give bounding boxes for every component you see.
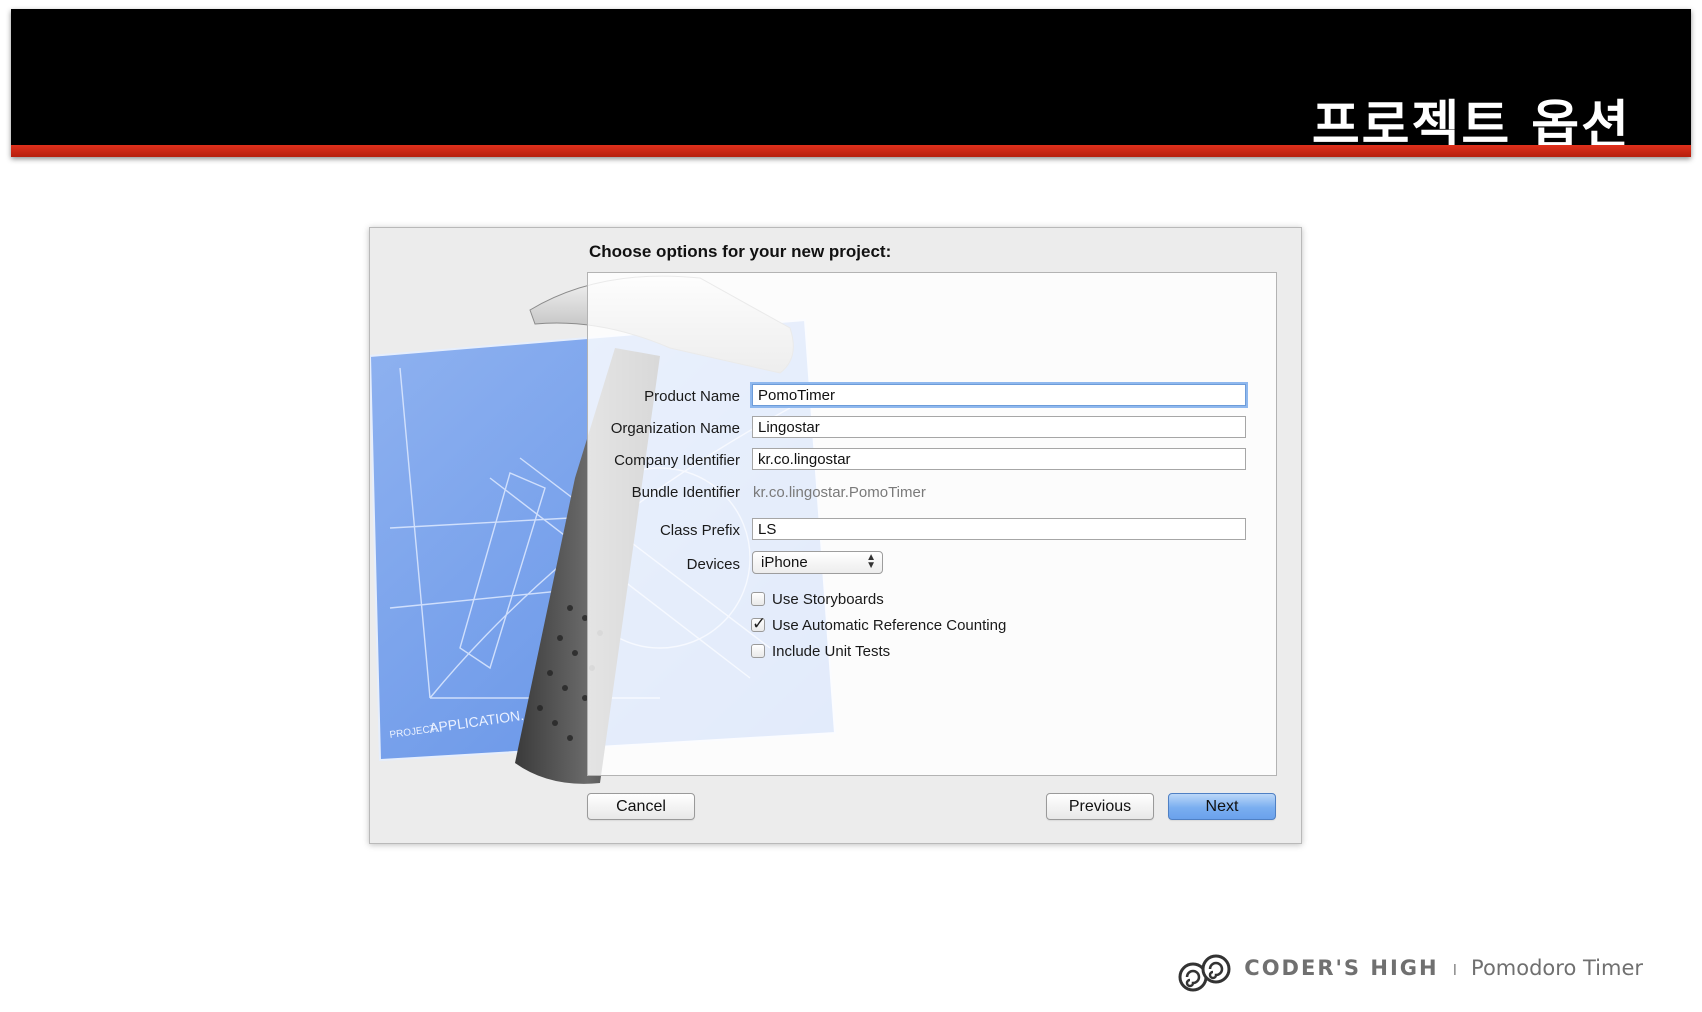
use-storyboards-checkbox[interactable] xyxy=(751,592,765,606)
footer-brand: CODER'S HIGH xyxy=(1244,956,1439,980)
dialog-heading: Choose options for your new project: xyxy=(589,242,892,261)
bundle-identifier-label: Bundle Identifier xyxy=(631,484,740,501)
company-identifier-row: Company Identifier kr.co.lingostar xyxy=(588,448,1276,474)
use-storyboards-label: Use Storyboards xyxy=(772,591,884,608)
use-arc-checkbox[interactable]: ✓ xyxy=(751,614,766,633)
bundle-identifier-row: Bundle Identifier kr.co.lingostar.PomoTi… xyxy=(588,480,1276,506)
product-name-row: Product Name PomoTimer xyxy=(588,384,1276,410)
options-panel: Product Name PomoTimer Organization Name… xyxy=(587,272,1277,776)
organization-name-label: Organization Name xyxy=(610,420,740,437)
company-identifier-label: Company Identifier xyxy=(614,452,740,469)
devices-row: Devices iPhone ▲ ▼ xyxy=(588,551,1276,578)
devices-select[interactable]: iPhone ▲ ▼ xyxy=(752,551,883,574)
footer-product: Pomodoro Timer xyxy=(1471,956,1643,980)
slide-header: 프로젝트 옵션 xyxy=(11,9,1691,157)
organization-name-row: Organization Name Lingostar xyxy=(588,416,1276,442)
coders-high-logo-icon xyxy=(1178,954,1231,992)
checkmark-icon: ✓ xyxy=(752,614,767,633)
use-arc-label: Use Automatic Reference Counting xyxy=(772,617,1007,634)
company-identifier-field[interactable]: kr.co.lingostar xyxy=(752,448,1246,470)
footer-separator: I xyxy=(1452,962,1458,979)
product-name-label: Product Name xyxy=(644,388,740,405)
slide-footer: CODER'S HIGH I Pomodoro Timer xyxy=(1178,954,1643,996)
include-unit-tests-label: Include Unit Tests xyxy=(772,643,891,660)
header-accent-bar xyxy=(11,145,1691,157)
include-unit-tests-checkbox[interactable] xyxy=(751,644,765,658)
previous-button[interactable]: Previous xyxy=(1046,793,1154,820)
cancel-button[interactable]: Cancel xyxy=(587,793,695,820)
devices-label: Devices xyxy=(686,556,740,573)
class-prefix-row: Class Prefix LS xyxy=(588,518,1276,544)
devices-selected-value: iPhone xyxy=(761,554,808,571)
class-prefix-field[interactable]: LS xyxy=(752,518,1246,540)
product-name-field[interactable]: PomoTimer xyxy=(752,384,1246,406)
class-prefix-label: Class Prefix xyxy=(659,522,740,539)
organization-name-field[interactable]: Lingostar xyxy=(752,416,1246,438)
next-button[interactable]: Next xyxy=(1168,793,1276,820)
select-arrows-icon: ▲ ▼ xyxy=(866,552,876,571)
bundle-identifier-value: kr.co.lingostar.PomoTimer xyxy=(753,484,926,501)
new-project-dialog: PROJECT: APPLICATION.APP Choose options … xyxy=(369,227,1302,844)
